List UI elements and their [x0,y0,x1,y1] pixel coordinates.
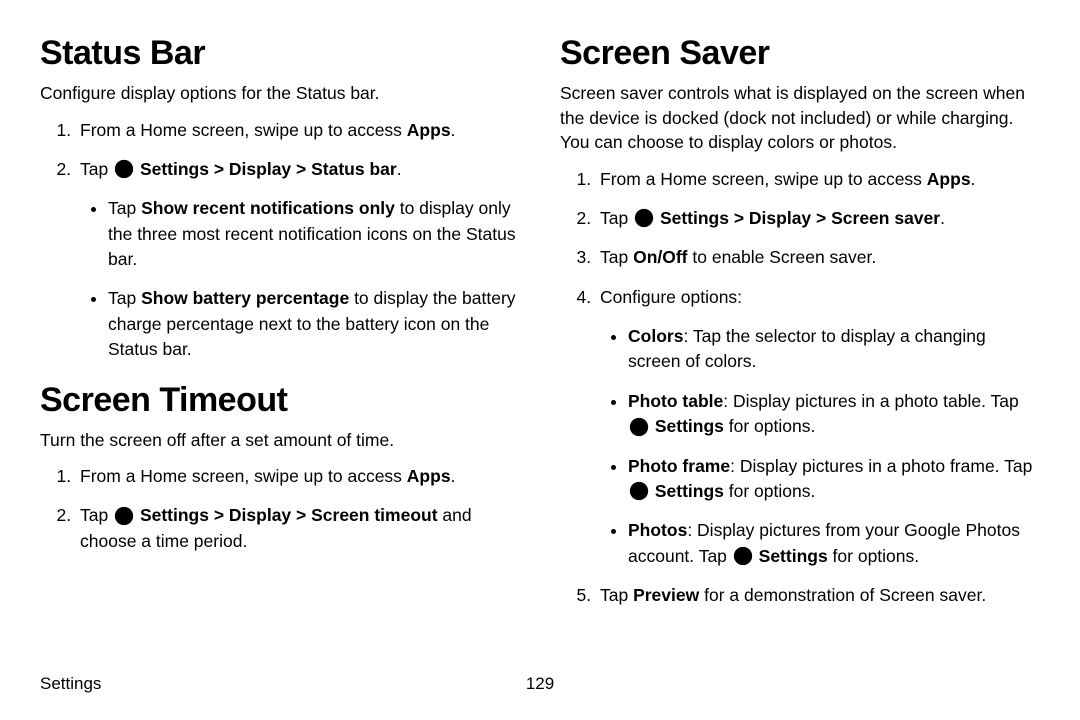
sub-bullets: Colors: Tap the selector to display a ch… [600,324,1040,569]
list-item: Photo table: Display pictures in a photo… [628,389,1040,440]
list-item: Colors: Tap the selector to display a ch… [628,324,1040,375]
list-item: From a Home screen, swipe up to access A… [76,464,520,489]
list-item: From a Home screen, swipe up to access A… [76,118,520,143]
steps-screen-timeout: From a Home screen, swipe up to access A… [40,464,520,554]
list-item: Tap Settings > Display > Screen saver. [596,206,1040,231]
list-item: Tap Settings > Display > Status bar. Tap… [76,157,520,363]
gear-icon [629,481,649,501]
list-item: From a Home screen, swipe up to access A… [596,167,1040,192]
list-item: Photo frame: Display pictures in a photo… [628,454,1040,505]
list-item: Tap On/Off to enable Screen saver. [596,245,1040,270]
list-item: Photos: Display pictures from your Googl… [628,518,1040,569]
gear-icon [629,417,649,437]
right-column: Screen Saver Screen saver controls what … [560,30,1040,622]
intro-screen-timeout: Turn the screen off after a set amount o… [40,428,520,453]
page-footer: Settings 129 [40,674,1040,694]
intro-screen-saver: Screen saver controls what is displayed … [560,81,1040,155]
intro-status-bar: Configure display options for the Status… [40,81,520,106]
steps-screen-saver: From a Home screen, swipe up to access A… [560,167,1040,609]
list-item: Tap Settings > Display > Screen timeout … [76,503,520,554]
heading-screen-saver: Screen Saver [560,34,1040,73]
footer-section-label: Settings [40,674,101,694]
gear-icon [634,208,654,228]
heading-status-bar: Status Bar [40,34,520,73]
footer-page-number: 129 [526,674,554,694]
gear-icon [733,546,753,566]
steps-status-bar: From a Home screen, swipe up to access A… [40,118,520,363]
heading-screen-timeout: Screen Timeout [40,381,520,420]
sub-bullets: Tap Show recent notifications only to di… [80,196,520,362]
left-column: Status Bar Configure display options for… [40,30,520,622]
list-item: Tap Preview for a demonstration of Scree… [596,583,1040,608]
list-item: Tap Show battery percentage to display t… [108,286,520,362]
gear-icon [114,506,134,526]
page-columns: Status Bar Configure display options for… [40,30,1040,622]
gear-icon [114,159,134,179]
list-item: Tap Show recent notifications only to di… [108,196,520,272]
list-item: Configure options: Colors: Tap the selec… [596,285,1040,569]
